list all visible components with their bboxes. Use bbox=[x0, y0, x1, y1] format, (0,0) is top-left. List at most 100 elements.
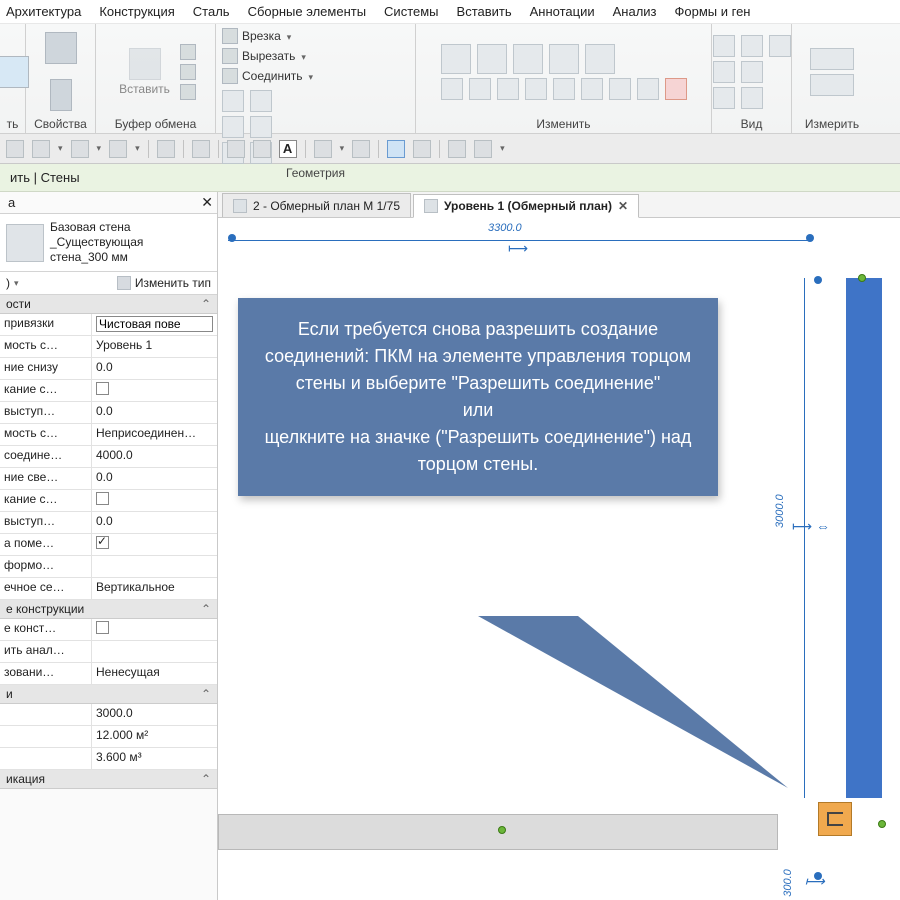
rotate-icon[interactable] bbox=[497, 78, 519, 100]
dimension-bottom[interactable]: 300.0 ⟼ bbox=[774, 873, 834, 890]
prop-value[interactable]: Уровень 1 bbox=[92, 336, 217, 357]
close-hidden-icon[interactable] bbox=[413, 140, 431, 158]
prop-checkbox[interactable] bbox=[96, 382, 109, 395]
cut-geom-button[interactable]: Вырезать bbox=[222, 48, 409, 64]
wall-end-control[interactable] bbox=[858, 274, 866, 282]
view-tool-icon[interactable] bbox=[713, 87, 735, 109]
redo-icon[interactable] bbox=[109, 140, 127, 158]
3d-icon[interactable] bbox=[314, 140, 332, 158]
geom-tool-icon[interactable] bbox=[250, 90, 272, 112]
geom-tool-icon[interactable] bbox=[250, 116, 272, 138]
dim-handle[interactable] bbox=[228, 234, 236, 242]
paste-button[interactable]: Вставить bbox=[115, 46, 174, 98]
measure-icon[interactable] bbox=[192, 140, 210, 158]
prop-value[interactable]: 0.0 bbox=[92, 468, 217, 489]
join-geom-button[interactable]: Соединить bbox=[222, 68, 409, 84]
move-icon[interactable] bbox=[441, 78, 463, 100]
mirror-icon[interactable] bbox=[513, 44, 543, 74]
properties-button[interactable] bbox=[41, 30, 81, 66]
tag-icon[interactable] bbox=[253, 140, 271, 158]
prop-checkbox[interactable] bbox=[96, 492, 109, 505]
dimension-tick-icon[interactable]: ⟼ bbox=[508, 240, 528, 257]
close-icon[interactable]: ✕ bbox=[201, 194, 213, 211]
prop-value[interactable]: 4000.0 bbox=[92, 446, 217, 467]
prop-value[interactable]: 0.0 bbox=[92, 402, 217, 423]
drawing-canvas[interactable]: 3300.0 ⟼ 3000.0 ⟼ ⇔ 300.0 ⟼ bbox=[218, 218, 900, 900]
prop-value[interactable]: Неприсоединен… bbox=[92, 424, 217, 445]
section-icon[interactable] bbox=[352, 140, 370, 158]
trim-icon[interactable] bbox=[585, 44, 615, 74]
prop-value[interactable]: 3000.0 bbox=[92, 704, 217, 725]
prop-checkbox[interactable] bbox=[96, 621, 109, 634]
prop-value[interactable]: 0.0 bbox=[92, 358, 217, 379]
delete-icon[interactable] bbox=[665, 78, 687, 100]
view-tool-icon[interactable] bbox=[741, 61, 763, 83]
switch-windows-icon[interactable] bbox=[448, 140, 466, 158]
category-header[interactable]: ости⌃ bbox=[0, 295, 217, 314]
type-selector[interactable]: Базовая стена _Существующая стена_300 мм bbox=[0, 214, 217, 272]
dimension-icon[interactable] bbox=[227, 140, 245, 158]
tile-icon[interactable] bbox=[474, 140, 492, 158]
prop-value[interactable]: Ненесущая bbox=[92, 663, 217, 684]
dimension-right[interactable]: 3000.0 bbox=[774, 278, 834, 798]
dim-handle[interactable] bbox=[814, 872, 822, 880]
cut-button[interactable] bbox=[180, 44, 196, 60]
wall-join-icon[interactable] bbox=[477, 44, 507, 74]
geom-tool-icon[interactable] bbox=[222, 90, 244, 112]
prop-checkbox[interactable] bbox=[96, 536, 109, 549]
pin-icon[interactable] bbox=[637, 78, 659, 100]
view-tool-icon[interactable] bbox=[769, 35, 791, 57]
thin-lines-icon[interactable] bbox=[387, 140, 405, 158]
measure-icon[interactable] bbox=[810, 48, 854, 70]
dimension-icon[interactable] bbox=[810, 74, 854, 96]
dim-handle[interactable] bbox=[806, 234, 814, 242]
view-tool-icon[interactable] bbox=[713, 35, 735, 57]
geom-tool-icon[interactable] bbox=[222, 116, 244, 138]
menu-item[interactable]: Сталь bbox=[193, 4, 230, 19]
prop-value[interactable]: 0.0 bbox=[92, 512, 217, 533]
edit-type-button[interactable]: Изменить тип bbox=[117, 276, 211, 290]
menu-item[interactable]: Анализ bbox=[613, 4, 657, 19]
view-tool-icon[interactable] bbox=[741, 35, 763, 57]
view-tab[interactable]: 2 - Обмерный план М 1/75 bbox=[222, 193, 411, 217]
type-selector-button[interactable] bbox=[46, 77, 76, 113]
wall-mid-control[interactable] bbox=[498, 826, 506, 834]
menu-item[interactable]: Формы и ген bbox=[675, 4, 751, 19]
scale-icon[interactable] bbox=[609, 78, 631, 100]
close-tab-icon[interactable]: ✕ bbox=[618, 199, 628, 213]
prop-value[interactable] bbox=[92, 641, 217, 662]
category-header[interactable]: икация⌃ bbox=[0, 770, 217, 789]
corner-icon[interactable] bbox=[525, 78, 547, 100]
activate-controls-icon[interactable] bbox=[441, 44, 471, 74]
menu-item[interactable]: Вставить bbox=[457, 4, 512, 19]
cope-button[interactable]: Врезка bbox=[222, 28, 409, 44]
text-icon[interactable]: A bbox=[279, 140, 297, 158]
menu-item[interactable]: Сборные элементы bbox=[248, 4, 366, 19]
category-header[interactable]: е конструкции⌃ bbox=[0, 600, 217, 619]
dimension-top[interactable]: 3300.0 bbox=[228, 222, 808, 235]
wall-vertical[interactable] bbox=[846, 278, 882, 798]
copy-button[interactable] bbox=[180, 64, 196, 80]
dimension-tick-icon[interactable]: ⟼ ⇔ bbox=[792, 518, 830, 535]
print-icon[interactable] bbox=[157, 140, 175, 158]
menu-item[interactable]: Архитектура bbox=[6, 4, 81, 19]
save-icon[interactable] bbox=[6, 140, 24, 158]
prop-value[interactable]: 12.000 м² bbox=[92, 726, 217, 747]
prop-value[interactable]: Вертикальное bbox=[92, 578, 217, 599]
wall-end-control[interactable] bbox=[878, 820, 886, 828]
view-tool-icon[interactable] bbox=[713, 61, 735, 83]
category-header[interactable]: и⌃ bbox=[0, 685, 217, 704]
match-button[interactable] bbox=[180, 84, 196, 100]
sync-icon[interactable] bbox=[32, 140, 50, 158]
undo-icon[interactable] bbox=[71, 140, 89, 158]
prop-value-input[interactable] bbox=[96, 316, 213, 332]
array-icon[interactable] bbox=[581, 78, 603, 100]
dim-handle[interactable] bbox=[814, 276, 822, 284]
align-icon[interactable] bbox=[553, 78, 575, 100]
menu-item[interactable]: Системы bbox=[384, 4, 438, 19]
prop-value[interactable] bbox=[92, 556, 217, 577]
prop-value[interactable]: 3.600 м³ bbox=[92, 748, 217, 769]
menu-item[interactable]: Аннотации bbox=[530, 4, 595, 19]
view-tab[interactable]: Уровень 1 (Обмерный план) ✕ bbox=[413, 194, 639, 218]
offset-icon[interactable] bbox=[469, 78, 491, 100]
